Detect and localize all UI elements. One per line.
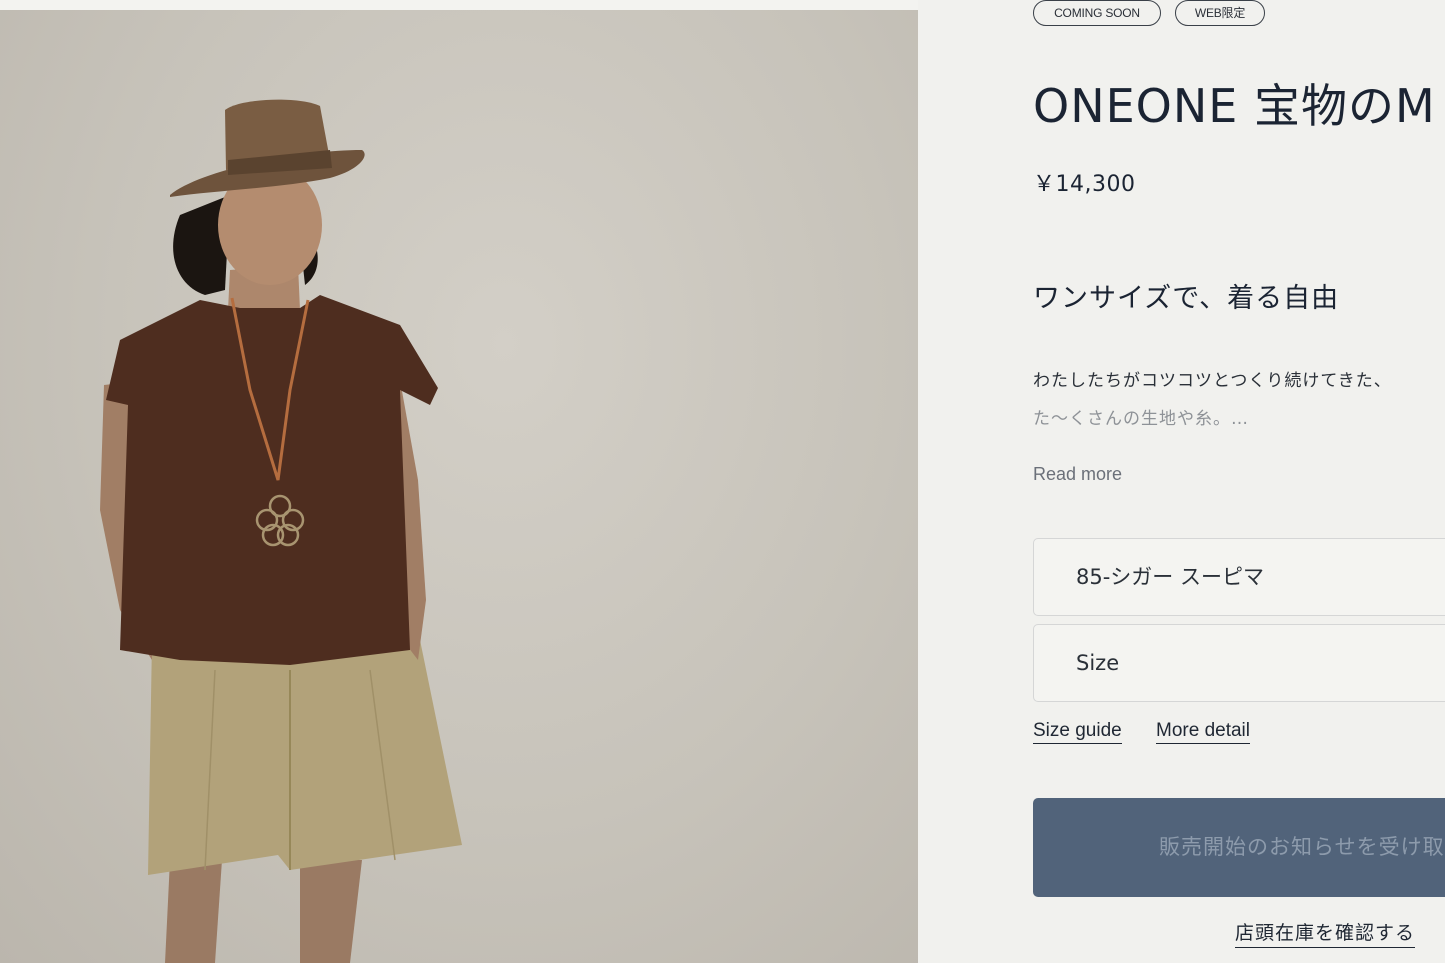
- top-strip: [0, 0, 918, 10]
- brown-top: [106, 295, 438, 665]
- product-title: ONEONE 宝物のM: [1033, 79, 1436, 133]
- size-guide-link[interactable]: Size guide: [1033, 720, 1122, 744]
- more-detail-link[interactable]: More detail: [1156, 720, 1250, 744]
- description-line-2: た～くさんの生地や糸。…: [1033, 409, 1249, 429]
- read-more-link[interactable]: Read more: [1033, 464, 1122, 485]
- notify-button-label: 販売開始のお知らせを受け取: [1159, 836, 1445, 859]
- product-photo[interactable]: [0, 10, 918, 963]
- size-select-value: Size: [1076, 651, 1120, 675]
- product-subheading: ワンサイズで、着る自由: [1033, 283, 1340, 314]
- right-leg: [300, 860, 362, 963]
- model-illustration: [100, 99, 462, 963]
- product-price: ￥14,300: [1033, 172, 1136, 197]
- shorts: [148, 640, 462, 875]
- notify-button[interactable]: 販売開始のお知らせを受け取: [1033, 798, 1445, 897]
- size-select[interactable]: Size: [1033, 624, 1445, 702]
- product-info-panel: COMING SOON WEB限定 ONEONE 宝物のM ￥14,300 ワン…: [1033, 0, 1445, 963]
- color-select[interactable]: 85-シガー スーピマ: [1033, 538, 1445, 616]
- color-select-value: 85-シガー スーピマ: [1076, 565, 1264, 589]
- coming-soon-badge: COMING SOON: [1033, 0, 1161, 26]
- store-stock-link[interactable]: 店頭在庫を確認する: [1235, 918, 1416, 948]
- web-only-badge: WEB限定: [1175, 0, 1265, 26]
- description-line-1: わたしたちがコツコツとつくり続けてきた、: [1033, 371, 1392, 391]
- left-leg: [165, 860, 222, 963]
